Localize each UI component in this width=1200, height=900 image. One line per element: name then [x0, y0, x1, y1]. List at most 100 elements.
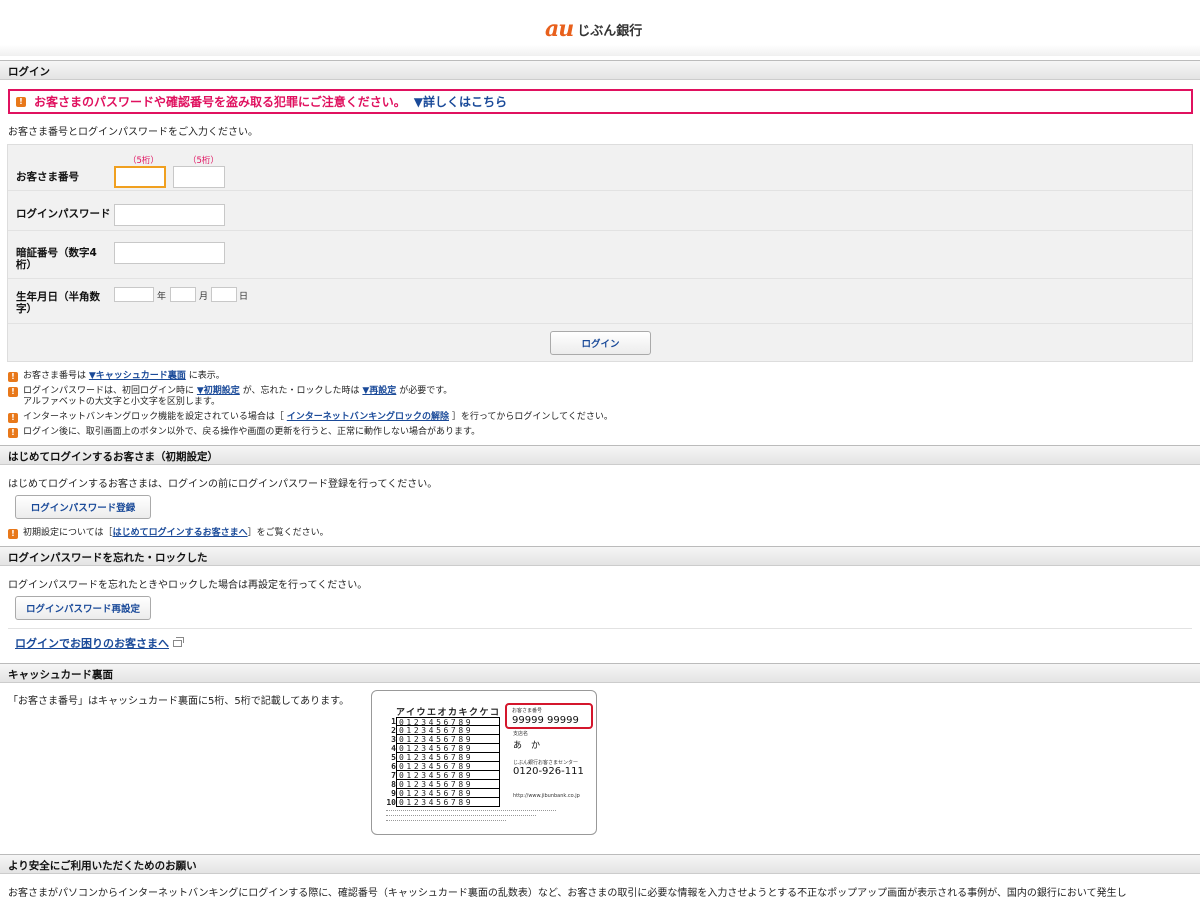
- pin-row: 暗証番号（数字4桁）: [8, 231, 1192, 279]
- customer-number-row: お客さま番号 （5桁） （5桁）: [8, 145, 1192, 191]
- site-header: au じぶん銀行: [0, 0, 1200, 56]
- row-number: 10: [386, 798, 396, 807]
- row-digits: 0123456789: [396, 771, 500, 780]
- password-label: ログインパスワード: [16, 208, 111, 220]
- cash-card-text: 「お客さま番号」はキャッシュカード裏面に5桁、5桁で記載してあります。: [8, 696, 350, 707]
- bank-name: じぶん銀行: [577, 23, 643, 39]
- note-text: ログインパスワードは、初回ログイン時に: [23, 386, 195, 396]
- section-header-forgot: ログインパスワードを忘れた・ロックした: [0, 546, 1200, 566]
- pin-field[interactable]: [114, 242, 225, 264]
- table-row: 2 0123456789: [386, 726, 500, 735]
- login-trouble-link[interactable]: ログインでお困りのお客さまへ: [15, 635, 184, 651]
- card-center-caption: じぶん銀行お客さまセンター: [513, 760, 579, 766]
- reset-link[interactable]: ▼再設定: [362, 386, 396, 396]
- note-text: ログイン後に、取引画面上のボタン以外で、戻る操作や画面の更新を行うと、正常に動作…: [23, 427, 481, 437]
- card-customer-number-caption: お客さま番号: [512, 708, 543, 714]
- row-number: 8: [391, 780, 396, 789]
- row-number: 9: [391, 789, 396, 798]
- row-digits: 0123456789: [396, 762, 500, 771]
- table-row: 3 0123456789: [386, 735, 500, 744]
- note-first-login: ! 初期設定については［はじめてログインするお客さまへ］をご覧ください。: [8, 528, 329, 539]
- row-number: 6: [391, 762, 396, 771]
- birthdate-row: 生年月日（半角数字） 年 月 日: [8, 279, 1192, 324]
- login-form: お客さま番号 （5桁） （5桁） ログインパスワード 暗証番号（数字4桁） 生年…: [7, 144, 1193, 362]
- alert-text: お客さまのパスワードや確認番号を盗み取る犯罪にご注意ください。: [34, 95, 406, 109]
- birth-year-field[interactable]: [114, 287, 154, 302]
- note-password: ! ログインパスワードは、初回ログイン時に ▼初期設定 が、忘れた・ロックした時…: [8, 386, 452, 408]
- birthdate-label: 生年月日（半角数字）: [16, 291, 100, 315]
- reset-password-button[interactable]: ログインパスワード再設定: [15, 596, 151, 620]
- au-logo-mark: au: [545, 16, 574, 42]
- password-field[interactable]: [114, 204, 225, 226]
- pin-label: 暗証番号（数字4桁）: [16, 247, 97, 271]
- note-text: お客さま番号は: [23, 371, 87, 381]
- login-trouble-label: ログインでお困りのお客さまへ: [15, 637, 169, 650]
- note-text: 初期設定については［: [23, 528, 113, 538]
- alert-details-link[interactable]: ▼詳しくはこちら: [414, 93, 507, 110]
- row-digits: 0123456789: [396, 726, 500, 735]
- phishing-alert: ! お客さまのパスワードや確認番号を盗み取る犯罪にご注意ください。 ▼詳しくはこ…: [8, 89, 1193, 114]
- note-text: ］を行ってからログインしてください。: [451, 412, 613, 422]
- bank-logo[interactable]: au じぶん銀行: [545, 18, 642, 40]
- password-row: ログインパスワード: [8, 191, 1192, 231]
- login-intro: お客さま番号とログインパスワードをご入力ください。: [8, 127, 258, 138]
- note-text: アルファベットの大文字と小文字を区別します。: [23, 397, 221, 407]
- birth-month-field[interactable]: [170, 287, 196, 302]
- row-digits: 0123456789: [396, 780, 500, 789]
- row-number: 2: [391, 726, 396, 735]
- new-window-icon: [173, 636, 184, 647]
- banking-lock-release-link[interactable]: インターネットバンキングロックの解除: [287, 412, 449, 422]
- warning-icon: !: [8, 529, 18, 539]
- section-header-first-login: はじめてログインするお客さま（初期設定）: [0, 445, 1200, 465]
- warning-icon: !: [8, 387, 18, 397]
- customer-number-field-1[interactable]: [114, 166, 166, 188]
- warning-icon: !: [8, 372, 18, 382]
- cash-card-back-link[interactable]: ▼キャッシュカード裏面: [89, 371, 186, 381]
- cash-card-image: アイウエオカキクケコ 1 0123456789 2 0123456789 3 012345…: [371, 690, 597, 835]
- row-digits: 0123456789: [396, 798, 500, 807]
- safety-text: お客さまがパソコンからインターネットバンキングにログインする際に、確認番号（キャ…: [8, 888, 1127, 899]
- table-row: 8 0123456789: [386, 780, 500, 789]
- note-text: インターネットバンキングロック機能を設定されている場合は［: [23, 412, 284, 422]
- row-digits: 0123456789: [396, 744, 500, 753]
- row-number: 4: [391, 744, 396, 753]
- section-header-cash-card: キャッシュカード裏面: [0, 663, 1200, 683]
- login-button[interactable]: ログイン: [550, 331, 651, 355]
- card-customer-number: 99999 99999: [512, 715, 579, 726]
- table-row: 7 0123456789: [386, 771, 500, 780]
- note-text: ］をご覧ください。: [247, 528, 329, 538]
- table-row: 10 0123456789: [386, 798, 500, 807]
- note-text: が必要です。: [399, 386, 453, 396]
- birth-day-field[interactable]: [211, 287, 237, 302]
- initial-setup-link[interactable]: ▼初期設定: [197, 386, 240, 396]
- card-fineprint: [386, 815, 536, 816]
- row-number: 7: [391, 771, 396, 780]
- forgot-text: ログインパスワードを忘れたときやロックした場合は再設定を行ってください。: [8, 580, 368, 591]
- warning-icon: !: [8, 428, 18, 438]
- month-unit: 月: [199, 292, 209, 302]
- row-digits: 0123456789: [396, 735, 500, 744]
- customer-number-field-2[interactable]: [173, 166, 225, 188]
- card-branch-name: あ か: [513, 741, 541, 751]
- table-row: 6 0123456789: [386, 762, 500, 771]
- row-digits: 0123456789: [396, 789, 500, 798]
- note-text: が、忘れた・ロックした時は: [242, 386, 360, 396]
- digits-hint-2: （5桁）: [188, 156, 219, 166]
- note-navigation: ! ログイン後に、取引画面上のボタン以外で、戻る操作や画面の更新を行うと、正常に…: [8, 427, 480, 438]
- note-customer-number: ! お客さま番号は ▼キャッシュカード裏面 に表示。: [8, 371, 225, 382]
- year-unit: 年: [157, 292, 167, 302]
- random-number-table: 1 0123456789 2 0123456789 3 0123456789 4 012345…: [386, 717, 500, 807]
- card-branch-caption: 支店名: [513, 731, 529, 737]
- card-fineprint: [386, 810, 556, 811]
- card-fineprint: [386, 820, 506, 821]
- first-login-guide-link[interactable]: はじめてログインするお客さまへ: [113, 528, 248, 538]
- section-header-login: ログイン: [0, 60, 1200, 80]
- customer-number-highlight: お客さま番号 99999 99999: [505, 703, 593, 729]
- row-number: 3: [391, 735, 396, 744]
- warning-icon: !: [16, 96, 26, 107]
- warning-icon: !: [8, 413, 18, 423]
- day-unit: 日: [239, 292, 249, 302]
- table-row: 4 0123456789: [386, 744, 500, 753]
- register-password-button[interactable]: ログインパスワード登録: [15, 495, 151, 519]
- table-row: 9 0123456789: [386, 789, 500, 798]
